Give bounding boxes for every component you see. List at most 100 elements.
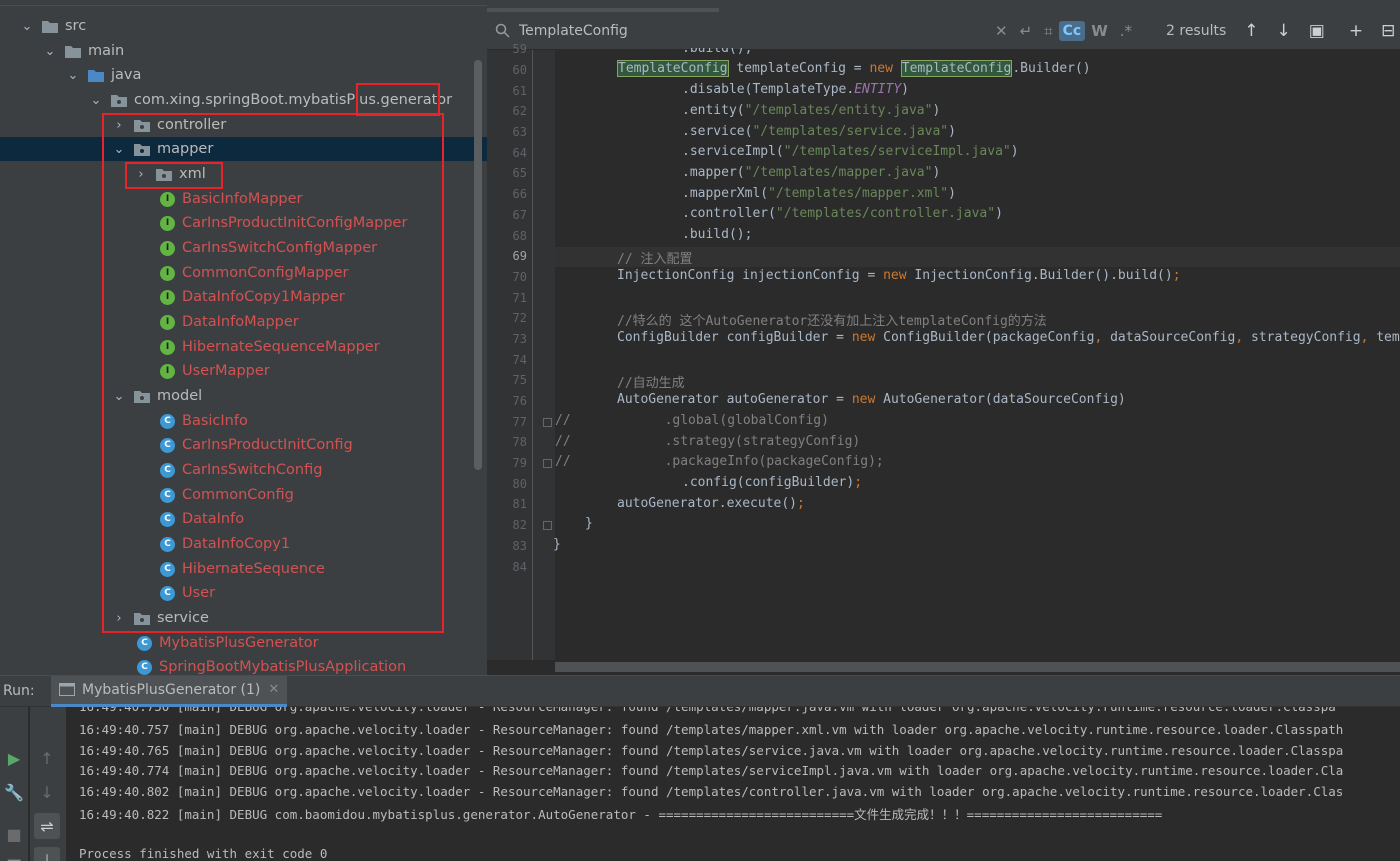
string-token: "/templates/service.java" — [752, 124, 949, 139]
code-comment[interactable]: // .global(globalConfig) — [555, 413, 829, 428]
fold-marker-icon[interactable] — [543, 459, 552, 468]
code-comment[interactable]: // 注入配置 — [617, 248, 692, 267]
project-scrollbar[interactable] — [474, 60, 482, 470]
wrench-icon[interactable]: 🔧 — [1, 779, 27, 805]
string-token: "/templates/mapper.java" — [744, 165, 933, 180]
arrow-up-icon[interactable]: ↑ — [1244, 21, 1258, 41]
code-token: ConfigBuilder(packageConfig — [875, 330, 1095, 345]
arrow-down-icon[interactable]: ↓ — [34, 779, 60, 805]
editor-tab-active[interactable] — [487, 8, 719, 12]
line-number: 77 — [512, 415, 527, 429]
scroll-to-end-icon[interactable]: ⤓ — [34, 847, 60, 861]
chevron-down-icon[interactable]: ⌄ — [66, 63, 80, 87]
highlight-box-generator — [356, 83, 440, 116]
editor-horizontal-scrollbar[interactable] — [555, 662, 1400, 672]
code-line[interactable]: } — [553, 537, 561, 552]
keyword-token: new — [851, 330, 876, 345]
find-input[interactable]: TemplateConfig — [519, 23, 989, 39]
code-line[interactable]: AutoGenerator autoGenerator = new AutoGe… — [617, 392, 1126, 407]
stop-icon[interactable]: ■ — [1, 821, 27, 847]
code-line[interactable]: ConfigBuilder configBuilder = new Config… — [617, 330, 1400, 345]
keyword-token: new — [869, 61, 893, 76]
close-icon[interactable]: ✕ — [268, 682, 279, 697]
chevron-down-icon[interactable]: ⌄ — [43, 39, 57, 63]
code-comment[interactable]: // .strategy(strategyConfig) — [555, 434, 860, 449]
code-line[interactable]: .entity("/templates/entity.java") — [682, 103, 940, 118]
code-line[interactable]: .disable(TemplateType.ENTITY) — [682, 82, 909, 97]
multiline-icon[interactable]: ⌗ — [1044, 22, 1052, 40]
code-token: // — [555, 434, 571, 449]
run-tab-label: MybatisPlusGenerator (1) — [82, 681, 261, 698]
run-tool-window: Run: MybatisPlusGenerator (1) ✕ ▶ 🔧 ■ ◙ … — [0, 675, 1400, 861]
tree-node-label: java — [111, 67, 142, 83]
console-line: 16:49:40.802 [main] DEBUG org.apache.vel… — [79, 784, 1344, 799]
clear-icon[interactable]: ✕ — [995, 22, 1008, 40]
tree-node-src[interactable]: ⌄ src — [0, 14, 487, 38]
arrow-down-icon[interactable]: ↓ — [1277, 21, 1291, 41]
select-all-occurrences-icon[interactable]: ▣ — [1309, 21, 1325, 41]
chevron-down-icon[interactable]: ⌄ — [89, 88, 103, 112]
line-number: 66 — [512, 187, 527, 201]
code-comment[interactable]: // .packageInfo(packageConfig); — [555, 454, 884, 469]
code-line[interactable]: autoGenerator.execute(); — [617, 496, 805, 511]
code-line[interactable]: .serviceImpl("/templates/serviceImpl.jav… — [682, 144, 1019, 159]
whole-words-toggle[interactable]: W — [1091, 22, 1108, 40]
project-header-strip — [0, 0, 487, 6]
line-number: 60 — [512, 63, 527, 77]
application-icon — [59, 683, 75, 696]
code-token: InjectionConfig injectionConfig = — [617, 268, 884, 283]
code-line[interactable]: .controller("/templates/controller.java"… — [682, 206, 1003, 221]
code-token: // — [555, 413, 571, 428]
string-token: "/templates/serviceImpl.java" — [783, 144, 1011, 159]
code-line[interactable]: .mapperXml("/templates/mapper.xml") — [682, 186, 956, 201]
tree-node-main-class[interactable]: C MybatisPlusGenerator — [0, 631, 487, 655]
run-toolbar-secondary: ↑ ↓ ⇌ ⤓ — [30, 707, 66, 861]
chevron-down-icon[interactable]: ⌄ — [20, 14, 34, 38]
code-comment[interactable]: //特么的 这个AutoGenerator还没有加上注入templateConf… — [617, 310, 1047, 329]
code-line[interactable]: .config(configBuilder); — [682, 475, 862, 490]
code-line[interactable]: .service("/templates/service.java") — [682, 124, 956, 139]
code-line[interactable]: .mapper("/templates/mapper.java") — [682, 165, 940, 180]
highlight-box-xml — [125, 162, 223, 189]
run-toolbar: ▶ 🔧 ■ ◙ — [0, 707, 28, 861]
add-occurrence-icon[interactable]: + — [1349, 21, 1363, 41]
regex-toggle[interactable]: .* — [1120, 22, 1132, 40]
console-line-exit: Process finished with exit code 0 — [79, 846, 328, 861]
fold-marker-icon[interactable] — [543, 521, 552, 530]
code-line[interactable]: TemplateConfig templateConfig = new Temp… — [617, 60, 1091, 77]
code-token: .mapperXml( — [682, 186, 769, 201]
line-number: 78 — [512, 435, 527, 449]
camera-icon[interactable]: ◙ — [1, 853, 27, 861]
code-token: ConfigBuilder configBuilder = — [617, 330, 852, 345]
line-number: 80 — [512, 477, 527, 491]
code-comment[interactable]: //自动生成 — [617, 372, 685, 391]
scrollbar-thumb[interactable] — [555, 662, 1400, 672]
run-header: Run: MybatisPlusGenerator (1) ✕ — [0, 675, 1400, 707]
rerun-icon[interactable]: ▶ — [1, 745, 27, 771]
line-number: 62 — [512, 104, 527, 118]
line-number: 71 — [512, 291, 527, 305]
code-token: .global(globalConfig) — [570, 413, 829, 428]
line-number: 59 — [512, 42, 527, 56]
console-line: 16:49:40.822 [main] DEBUG com.baomidou.m… — [79, 807, 1163, 822]
line-number: 84 — [512, 560, 527, 574]
tree-node-main-class[interactable]: C SpringBootMybatisPlusApplication — [0, 655, 487, 675]
code-line[interactable]: InjectionConfig injectionConfig = new In… — [617, 268, 1181, 283]
code-line[interactable]: .build(); — [682, 227, 752, 242]
editor-tab-strip — [487, 0, 1400, 12]
code-token: .packageInfo(packageConfig); — [570, 454, 884, 469]
search-icon[interactable] — [495, 23, 511, 39]
line-number: 70 — [512, 270, 527, 284]
soft-wrap-icon[interactable]: ⇌ — [34, 813, 60, 839]
tree-node-label: src — [65, 18, 87, 34]
tree-node-main[interactable]: ⌄ main — [0, 39, 487, 63]
code-line[interactable]: } — [585, 516, 593, 531]
match-case-toggle[interactable]: Cc — [1058, 20, 1086, 41]
arrow-up-icon[interactable]: ↑ — [34, 745, 60, 771]
new-line-icon[interactable]: ↵ — [1020, 22, 1033, 40]
run-tab[interactable]: MybatisPlusGenerator (1) ✕ — [51, 675, 288, 707]
line-number: 79 — [512, 456, 527, 470]
fold-marker-icon[interactable] — [543, 418, 552, 427]
filter-icon[interactable]: ⊟ — [1381, 21, 1395, 41]
constant-token: ENTITY — [854, 82, 902, 97]
